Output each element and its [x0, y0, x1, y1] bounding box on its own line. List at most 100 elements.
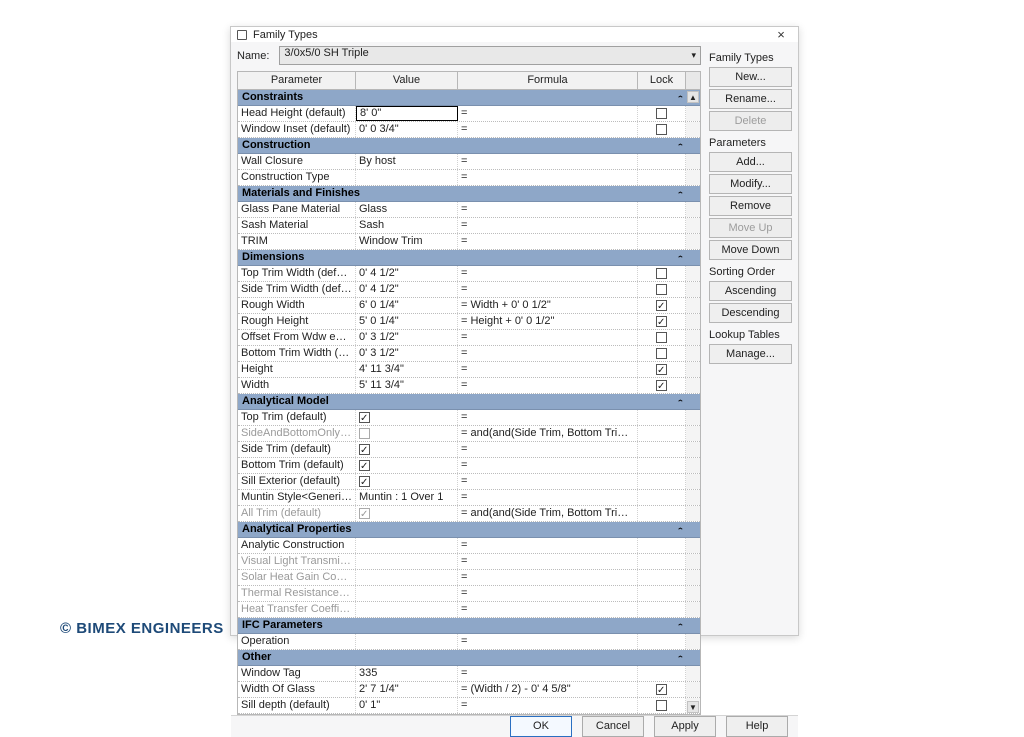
param-lock-cell[interactable] [638, 346, 686, 361]
parameter-row[interactable]: Side Trim (default) = [238, 442, 700, 458]
param-value-cell[interactable]: 335 [356, 666, 458, 681]
value-checkbox[interactable] [359, 412, 370, 423]
lock-checkbox[interactable] [656, 380, 667, 391]
param-name-cell[interactable]: Side Trim Width (default) [238, 282, 356, 297]
parameter-row[interactable]: Construction Type= [238, 170, 700, 186]
param-name-cell[interactable]: Width Of Glass [238, 682, 356, 697]
param-formula-cell[interactable]: = [458, 586, 638, 601]
manage-lookup-button[interactable]: Manage... [709, 344, 792, 364]
param-value-cell[interactable] [356, 586, 458, 601]
param-name-cell[interactable]: Glass Pane Material [238, 202, 356, 217]
parameter-row[interactable]: Head Height (default)8' 0"= [238, 106, 700, 122]
lock-checkbox[interactable] [656, 108, 667, 119]
param-lock-cell[interactable] [638, 458, 686, 473]
param-formula-cell[interactable]: = [458, 330, 638, 345]
param-value-cell[interactable] [356, 554, 458, 569]
param-name-cell[interactable]: Sash Material [238, 218, 356, 233]
param-name-cell[interactable]: Sill depth (default) [238, 698, 356, 713]
param-value-cell[interactable]: 0' 4 1/2" [356, 266, 458, 281]
param-formula-cell[interactable]: = Height + 0' 0 1/2" [458, 314, 638, 329]
parameter-row[interactable]: Window Inset (default)0' 0 3/4"= [238, 122, 700, 138]
parameter-row[interactable]: Bottom Trim Width (default)0' 3 1/2"= [238, 346, 700, 362]
apply-button[interactable]: Apply [654, 716, 716, 737]
scroll-up-icon[interactable]: ▲ [687, 91, 699, 103]
parameter-row[interactable]: Bottom Trim (default) = [238, 458, 700, 474]
param-lock-cell[interactable] [638, 442, 686, 457]
param-value-cell[interactable]: 0' 0 3/4" [356, 122, 458, 137]
param-formula-cell[interactable]: = [458, 602, 638, 617]
param-name-cell[interactable]: Thermal Resistance (R) [238, 586, 356, 601]
parameter-row[interactable]: SideAndBottomOnly (default)= and(and(Sid… [238, 426, 700, 442]
param-formula-cell[interactable]: = [458, 170, 638, 185]
lock-checkbox[interactable] [656, 316, 667, 327]
parameter-row[interactable]: Visual Light Transmittance= [238, 554, 700, 570]
param-lock-cell[interactable] [638, 314, 686, 329]
help-button[interactable]: Help [726, 716, 788, 737]
param-name-cell[interactable]: Visual Light Transmittance [238, 554, 356, 569]
add-param-button[interactable]: Add... [709, 152, 792, 172]
param-lock-cell[interactable] [638, 682, 686, 697]
parameter-row[interactable]: Operation= [238, 634, 700, 650]
close-icon[interactable]: × [770, 27, 792, 42]
param-name-cell[interactable]: Side Trim (default) [238, 442, 356, 457]
parameter-row[interactable]: Top Trim (default)= [238, 410, 700, 426]
parameter-row[interactable]: Sash MaterialSash= [238, 218, 700, 234]
param-value-cell[interactable] [356, 506, 458, 521]
lock-checkbox[interactable] [656, 268, 667, 279]
param-name-cell[interactable]: Window Inset (default) [238, 122, 356, 137]
param-formula-cell[interactable]: = [458, 282, 638, 297]
parameter-row[interactable]: Solar Heat Gain Coefficient= [238, 570, 700, 586]
param-value-cell[interactable] [356, 458, 458, 473]
param-value-cell[interactable]: 5' 11 3/4" [356, 378, 458, 393]
type-name-select[interactable]: 3/0x5/0 SH Triple ▾ [279, 46, 701, 65]
param-formula-cell[interactable]: = [458, 474, 638, 489]
parameter-row[interactable]: Width Of Glass2' 7 1/4"= (Width / 2) - 0… [238, 682, 700, 698]
param-value-cell[interactable]: Glass [356, 202, 458, 217]
parameter-row[interactable]: Thermal Resistance (R) = [238, 586, 700, 602]
param-value-cell[interactable]: 0' 3 1/2" [356, 330, 458, 345]
ok-button[interactable]: OK [510, 716, 572, 737]
param-formula-cell[interactable]: = [458, 442, 638, 457]
parameter-row[interactable]: Rough Width6' 0 1/4"= Width + 0' 0 1/2" [238, 298, 700, 314]
param-lock-cell[interactable] [638, 410, 686, 425]
param-formula-cell[interactable]: = [458, 202, 638, 217]
param-name-cell[interactable]: Bottom Trim (default) [238, 458, 356, 473]
lock-checkbox[interactable] [656, 124, 667, 135]
col-lock[interactable]: Lock [638, 72, 686, 89]
param-value-cell[interactable] [356, 570, 458, 585]
param-name-cell[interactable]: TRIM [238, 234, 356, 249]
param-value-cell[interactable] [356, 426, 458, 441]
param-lock-cell[interactable] [638, 570, 686, 585]
param-formula-cell[interactable]: = (Width / 2) - 0' 4 5/8" [458, 682, 638, 697]
param-value-cell[interactable]: 8' 0" [356, 106, 458, 121]
param-value-cell[interactable]: 4' 11 3/4" [356, 362, 458, 377]
category-header[interactable]: Dimensions [238, 250, 700, 266]
value-checkbox[interactable] [359, 460, 370, 471]
param-formula-cell[interactable]: = [458, 490, 638, 505]
parameter-row[interactable]: Rough Height5' 0 1/4"= Height + 0' 0 1/2… [238, 314, 700, 330]
param-formula-cell[interactable]: = [458, 634, 638, 649]
param-formula-cell[interactable]: = [458, 266, 638, 281]
category-header[interactable]: Materials and Finishes [238, 186, 700, 202]
scroll-down-icon[interactable]: ▼ [687, 701, 699, 713]
param-lock-cell[interactable] [638, 122, 686, 137]
param-lock-cell[interactable] [638, 666, 686, 681]
col-value[interactable]: Value [356, 72, 458, 89]
param-name-cell[interactable]: Rough Width [238, 298, 356, 313]
param-formula-cell[interactable]: = [458, 538, 638, 553]
parameter-row[interactable]: Muntin Style<Generic Models> (defMuntin … [238, 490, 700, 506]
param-value-cell[interactable]: 2' 7 1/4" [356, 682, 458, 697]
param-name-cell[interactable]: Rough Height [238, 314, 356, 329]
param-name-cell[interactable]: Heat Transfer Coefficient (U) [238, 602, 356, 617]
param-name-cell[interactable]: Wall Closure [238, 154, 356, 169]
param-formula-cell[interactable]: = [458, 458, 638, 473]
param-name-cell[interactable]: Muntin Style<Generic Models> (def [238, 490, 356, 505]
param-lock-cell[interactable] [638, 698, 686, 713]
param-name-cell[interactable]: Height [238, 362, 356, 377]
parameter-row[interactable]: Top Trim Width (default)0' 4 1/2"= [238, 266, 700, 282]
param-value-cell[interactable] [356, 170, 458, 185]
param-lock-cell[interactable] [638, 218, 686, 233]
sort-asc-button[interactable]: Ascending [709, 281, 792, 301]
param-value-cell[interactable]: Muntin : 1 Over 1 [356, 490, 458, 505]
param-formula-cell[interactable]: = [458, 378, 638, 393]
